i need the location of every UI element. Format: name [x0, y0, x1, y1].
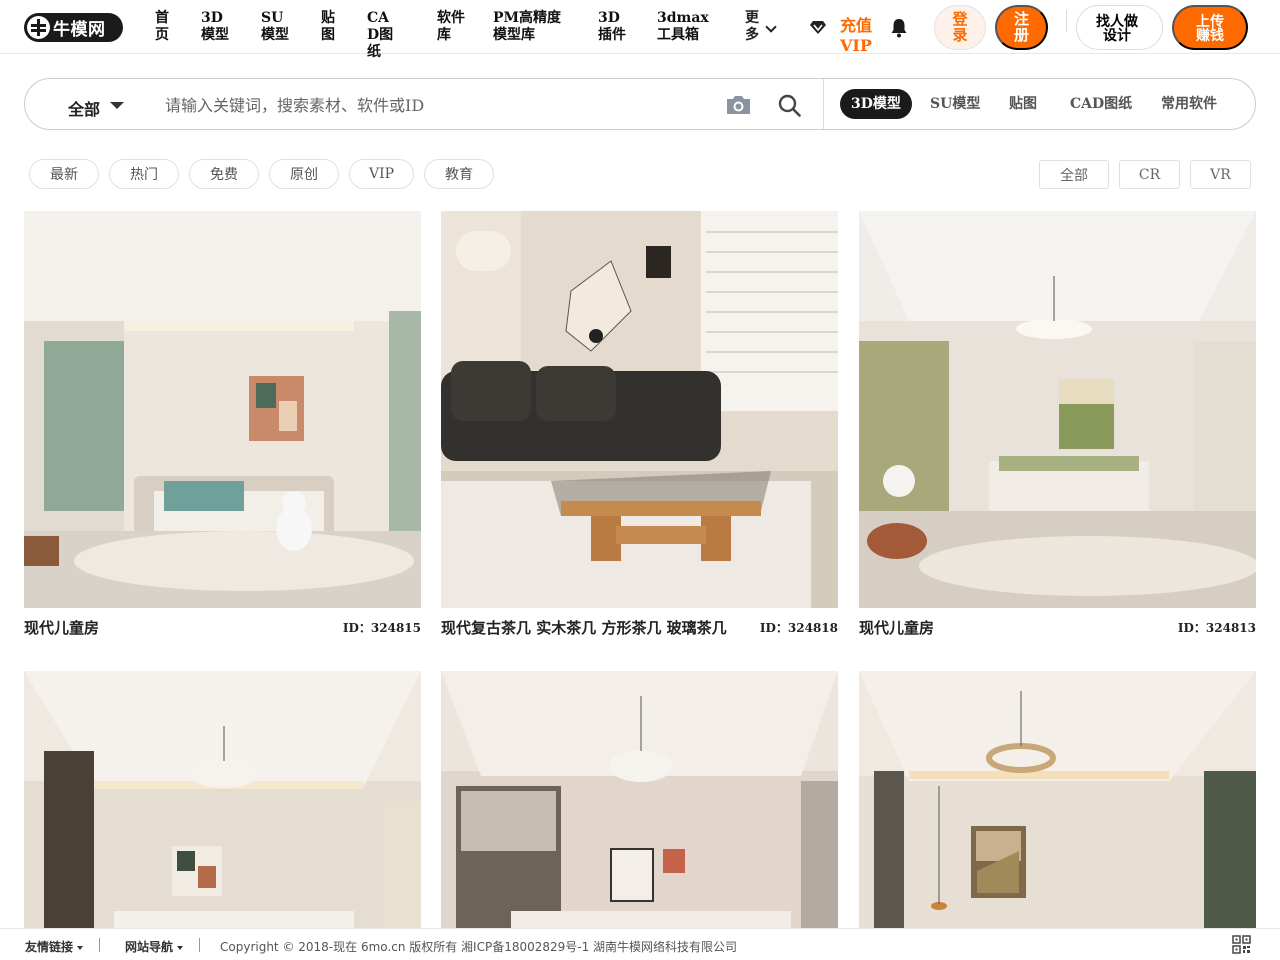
card-caption: 现代儿童房 ID：324813	[859, 617, 1256, 637]
filter-education[interactable]: 教育	[424, 159, 494, 189]
find-designer-button[interactable]: 找人做设计	[1076, 5, 1163, 50]
diamond-icon[interactable]	[809, 20, 827, 35]
card-title[interactable]: 现代儿童房	[24, 617, 99, 638]
bell-icon[interactable]	[890, 18, 908, 38]
qrcode-icon[interactable]	[1232, 935, 1251, 954]
card-caption: 现代儿童房 ID：324815	[24, 617, 421, 637]
filter-newest[interactable]: 最新	[29, 159, 99, 189]
model-card[interactable]: 现代儿童房 ID：324815	[24, 211, 421, 637]
upload-earn-button[interactable]: 上传赚钱	[1172, 5, 1248, 50]
card-id: ID：324815	[342, 621, 421, 635]
card-title[interactable]: 现代儿童房	[859, 617, 934, 638]
model-thumbnail[interactable]	[24, 211, 421, 608]
nav-textures[interactable]: 贴图	[321, 10, 337, 44]
nav-pm-models[interactable]: PM高精度模型库	[493, 10, 575, 44]
model-card[interactable]	[441, 671, 838, 928]
nav-3d-models[interactable]: 3D模型	[201, 10, 235, 44]
search-input[interactable]	[165, 92, 705, 118]
caret-down-icon[interactable]	[110, 102, 124, 109]
site-footer: 友情链接 网站导航 Copyright © 2018-现在 6mo.cn 版权所…	[0, 928, 1280, 960]
card-title[interactable]: 现代复古茶几 实木茶几 方形茶几 玻璃茶几	[441, 617, 727, 638]
search-scope-select[interactable]: 全部	[68, 96, 100, 120]
tab-cad[interactable]: CAD图纸	[1059, 89, 1143, 119]
logo-icon	[27, 16, 50, 39]
footer-divider	[199, 938, 200, 952]
site-nav-dropdown[interactable]: 网站导航	[125, 938, 183, 955]
renderer-cr[interactable]: CR	[1119, 160, 1180, 189]
model-card[interactable]: 现代儿童房 ID：324813	[859, 211, 1256, 637]
filter-original[interactable]: 原创	[269, 159, 339, 189]
upload-earn-label: 上传赚钱	[1196, 12, 1224, 43]
model-thumbnail[interactable]	[859, 211, 1256, 608]
find-designer-label: 找人做设计	[1096, 12, 1138, 43]
chevron-down-icon[interactable]	[765, 21, 777, 33]
nav-3dmax-toolbox[interactable]: 3dmax工具箱	[657, 10, 715, 44]
tab-software[interactable]: 常用软件	[1150, 89, 1228, 119]
search-icon[interactable]	[778, 94, 801, 117]
nav-home[interactable]: 首页	[155, 10, 171, 44]
nav-more[interactable]: 更多	[745, 10, 759, 44]
friend-links-dropdown[interactable]: 友情链接	[25, 938, 83, 955]
model-thumbnail[interactable]	[24, 671, 421, 928]
register-label: 注册	[1014, 10, 1030, 44]
search-bar: 全部 3D模型 SU模型 贴图 CAD图纸 常用软件	[24, 78, 1256, 130]
card-id: ID：324813	[1177, 621, 1256, 635]
copyright-text: Copyright © 2018-现在 6mo.cn 版权所有 湘ICP备180…	[220, 940, 738, 954]
model-card[interactable]	[24, 671, 421, 928]
site-logo[interactable]: 牛模网	[24, 13, 123, 42]
search-divider	[823, 79, 824, 129]
model-thumbnail[interactable]	[441, 671, 838, 928]
model-thumbnail[interactable]	[859, 671, 1256, 928]
model-card[interactable]: 现代复古茶几 实木茶几 方形茶几 玻璃茶几 ID：324818	[441, 211, 838, 637]
tab-textures[interactable]: 贴图	[998, 89, 1048, 119]
logo-text: 牛模网	[53, 20, 106, 40]
nav-cad[interactable]: CAD图纸	[367, 10, 401, 61]
renderer-all[interactable]: 全部	[1039, 160, 1109, 189]
filter-vip[interactable]: VIP	[349, 159, 414, 189]
header-divider	[1066, 10, 1067, 32]
nav-software[interactable]: 软件库	[437, 10, 467, 44]
tab-su-models[interactable]: SU模型	[919, 89, 991, 119]
renderer-vr[interactable]: VR	[1190, 160, 1251, 189]
card-caption: 现代复古茶几 实木茶几 方形茶几 玻璃茶几 ID：324818	[441, 617, 838, 637]
tab-3d-models[interactable]: 3D模型	[840, 89, 912, 119]
register-button[interactable]: 注册	[995, 5, 1048, 50]
top-header: 牛模网 首页 3D模型 SU模型 贴图 CAD图纸 软件库 PM高精度模型库 3…	[0, 0, 1280, 60]
card-id: ID：324818	[759, 621, 838, 635]
camera-icon[interactable]	[725, 94, 752, 116]
nav-su-models[interactable]: SU模型	[261, 10, 295, 44]
model-thumbnail[interactable]	[441, 211, 838, 608]
filter-hot[interactable]: 热门	[109, 159, 179, 189]
footer-divider	[99, 938, 100, 952]
nav-3d-plugins[interactable]: 3D插件	[598, 10, 632, 44]
recharge-vip-link[interactable]: 充值VIP	[840, 16, 872, 56]
model-card[interactable]	[859, 671, 1256, 928]
filter-free[interactable]: 免费	[189, 159, 259, 189]
login-label: 登录	[952, 10, 968, 44]
login-button[interactable]: 登录	[934, 5, 986, 50]
